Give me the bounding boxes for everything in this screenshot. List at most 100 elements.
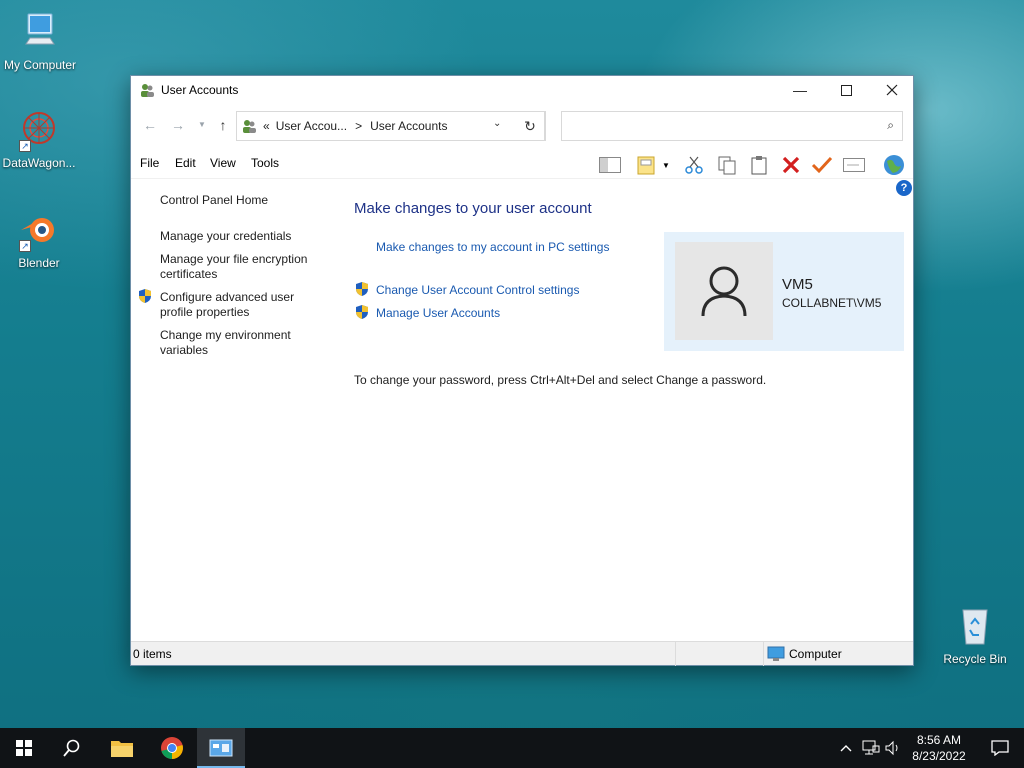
item-count: 0 items <box>133 647 172 661</box>
properties-check-button[interactable] <box>809 152 835 178</box>
address-bar[interactable]: « User Accou... > User Accounts ⌄ <box>236 111 545 141</box>
windows-logo-icon <box>16 740 32 756</box>
close-icon <box>886 84 898 96</box>
user-avatar-icon <box>701 266 747 317</box>
nav-control-panel-home[interactable]: Control Panel Home <box>160 193 268 208</box>
search-icon <box>63 739 80 757</box>
menu-bar: File Edit View Tools ▼ <box>131 152 913 178</box>
search-button[interactable] <box>48 728 96 768</box>
copy-icon <box>718 156 736 175</box>
up-button[interactable]: ↑ <box>214 116 232 134</box>
menu-edit[interactable]: Edit <box>175 156 196 170</box>
notification-icon <box>991 740 1009 756</box>
breadcrumb-item[interactable]: User Accou... <box>276 119 347 133</box>
search-box[interactable]: ⌕ <box>561 111 903 141</box>
globe-icon <box>884 155 904 175</box>
action-center-button[interactable] <box>976 728 1024 768</box>
menu-file[interactable]: File <box>140 156 159 170</box>
cut-button[interactable] <box>681 152 707 178</box>
breadcrumb-separator[interactable]: > <box>355 119 362 133</box>
desktop-icon-my-computer[interactable]: My Computer <box>0 10 80 72</box>
nav-advanced-profile-line1[interactable]: Configure advanced user <box>160 290 294 305</box>
status-divider <box>675 642 676 666</box>
nav-environment-variables-line2[interactable]: variables <box>160 343 208 358</box>
chevron-down-icon: ▼ <box>198 120 206 129</box>
desktop-icon-label: My Computer <box>3 58 77 72</box>
volume-button[interactable] <box>882 728 904 768</box>
network-icon <box>862 740 880 755</box>
rename-icon <box>843 158 865 172</box>
internet-button[interactable] <box>881 152 907 178</box>
user-accounts-icon <box>139 82 155 98</box>
maximize-button[interactable] <box>823 76 869 104</box>
datawagon-icon: ↗ <box>17 108 61 152</box>
taskbar: 8:56 AM 8/23/2022 <box>0 728 1024 768</box>
search-input[interactable] <box>566 116 866 136</box>
rename-button[interactable] <box>841 152 867 178</box>
computer-icon <box>18 10 62 54</box>
properties-dropdown[interactable]: ▼ <box>659 152 673 178</box>
paste-button[interactable] <box>746 152 772 178</box>
content-separator <box>131 178 913 179</box>
window-title: User Accounts <box>161 83 239 97</box>
taskbar-chrome[interactable] <box>148 728 196 768</box>
taskbar-control-panel[interactable] <box>197 728 245 768</box>
arrow-left-icon: ← <box>143 117 157 133</box>
delete-button[interactable] <box>778 152 804 178</box>
minimize-button[interactable]: — <box>777 76 823 104</box>
desktop-icon-recycle-bin[interactable]: Recycle Bin <box>935 604 1015 666</box>
nav-environment-variables-line1[interactable]: Change my environment <box>160 328 291 343</box>
breadcrumb-item[interactable]: User Accounts <box>370 119 447 133</box>
desktop-icon-datawagon[interactable]: ↗ DataWagon... <box>0 108 79 170</box>
nav-manage-credentials[interactable]: Manage your credentials <box>160 229 291 244</box>
user-tile: VM5 COLLABNET\VM5 <box>664 232 904 351</box>
search-icon[interactable]: ⌕ <box>887 118 894 133</box>
status-location: Computer <box>767 646 842 662</box>
minimize-icon: — <box>793 82 807 98</box>
refresh-button[interactable]: ↻ <box>515 111 546 141</box>
scissors-icon <box>685 156 703 174</box>
address-dropdown-button[interactable]: ⌄ <box>493 118 501 129</box>
title-bar[interactable]: User Accounts — <box>131 76 913 104</box>
delete-x-icon <box>782 156 800 174</box>
close-button[interactable] <box>869 76 915 104</box>
user-accounts-window: User Accounts — ← → ▼ ↑ « User Accou... … <box>130 75 914 666</box>
page-heading: Make changes to your user account <box>354 200 592 217</box>
nav-file-encryption-line1[interactable]: Manage your file encryption <box>160 252 307 267</box>
help-icon[interactable]: ? <box>896 180 912 196</box>
user-domain: COLLABNET\VM5 <box>782 296 882 310</box>
user-accounts-icon <box>241 118 257 134</box>
avatar[interactable] <box>675 242 773 340</box>
back-button[interactable]: ← <box>141 116 159 134</box>
manage-user-accounts-link[interactable]: Manage User Accounts <box>376 306 500 320</box>
nav-file-encryption-line2[interactable]: certificates <box>160 267 217 282</box>
start-button[interactable] <box>0 728 48 768</box>
password-instructions: To change your password, press Ctrl+Alt+… <box>354 373 767 387</box>
shortcut-arrow-icon: ↗ <box>19 140 31 152</box>
checkmark-icon <box>811 156 833 174</box>
folder-icon <box>111 741 133 757</box>
taskbar-file-explorer[interactable] <box>98 728 146 768</box>
uac-settings-link[interactable]: Change User Account Control settings <box>376 283 579 297</box>
forward-button[interactable]: → <box>169 116 187 134</box>
breadcrumb-overflow[interactable]: « <box>263 119 270 133</box>
clock[interactable]: 8:56 AM 8/23/2022 <box>905 732 973 764</box>
desktop-icon-label: Recycle Bin <box>943 652 1007 666</box>
nav-advanced-profile-line2[interactable]: profile properties <box>160 305 249 320</box>
chrome-icon <box>161 737 183 759</box>
menu-tools[interactable]: Tools <box>251 156 279 170</box>
layout-pane-button[interactable] <box>597 152 623 178</box>
menu-view[interactable]: View <box>210 156 236 170</box>
properties-button[interactable] <box>633 152 659 178</box>
chevron-up-icon <box>840 745 852 752</box>
shield-icon <box>139 289 151 303</box>
copy-button[interactable] <box>714 152 740 178</box>
chevron-down-icon: ⌄ <box>493 118 502 129</box>
desktop-icon-blender[interactable]: ↗ Blender <box>0 208 79 270</box>
network-button[interactable] <box>858 728 884 768</box>
pc-settings-link[interactable]: Make changes to my account in PC setting… <box>376 240 609 254</box>
show-hidden-icons-button[interactable] <box>834 728 858 768</box>
recent-locations-button[interactable]: ▼ <box>193 116 211 134</box>
speaker-icon <box>885 740 898 756</box>
desktop-icon-label: Blender <box>18 256 60 270</box>
